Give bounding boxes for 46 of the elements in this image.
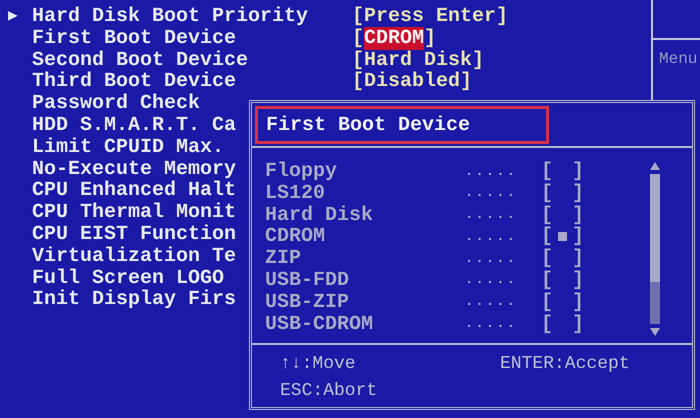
option-name[interactable]: USB-CDROM (265, 312, 465, 336)
help-pane-title: Menu (659, 50, 698, 68)
option-checkbox[interactable]: [ ] (541, 204, 648, 227)
dialog-title: First Boot Device (255, 106, 549, 144)
setting-name[interactable]: Hard Disk Boot Priority (32, 6, 352, 28)
option-name[interactable]: Floppy (265, 160, 465, 183)
leader-dots: ..... (465, 207, 518, 224)
option-checkbox[interactable]: [ ] (541, 312, 648, 336)
leader-dots: ..... (465, 185, 518, 202)
option-name[interactable]: Hard Disk (265, 204, 465, 227)
setting-name[interactable]: Third Boot Device (32, 71, 352, 94)
option-name[interactable]: USB-ZIP (265, 290, 465, 314)
leader-dots: ..... (465, 316, 518, 332)
option-name[interactable]: USB-FDD (265, 268, 465, 292)
value-bracket: [ (352, 26, 364, 50)
option-checkbox[interactable]: [ ] (541, 290, 648, 314)
option-checkbox[interactable]: [ ] (541, 225, 648, 248)
value-bracket: ] (424, 26, 436, 50)
option-name[interactable]: ZIP (265, 247, 465, 270)
value-bracket: ] (460, 70, 472, 94)
submenu-marker: ▶ (8, 6, 19, 27)
setting-value[interactable]: CDROM (364, 26, 424, 50)
option-checkbox[interactable]: [ ] (541, 182, 648, 205)
leader-dots: ..... (465, 272, 518, 288)
option-checkbox[interactable]: [ ] (541, 247, 648, 270)
option-name[interactable]: LS120 (265, 182, 465, 205)
leader-dots: ..... (465, 250, 518, 267)
key-hint: ↑↓:Move (280, 353, 357, 376)
setting-name[interactable]: First Boot Device (32, 28, 352, 50)
key-hint: ENTER:Accept (500, 353, 631, 376)
value-bracket: ] (472, 48, 484, 72)
option-name[interactable]: CDROM (265, 225, 465, 248)
leader-dots: ..... (465, 294, 518, 310)
leader-dots: ..... (465, 164, 518, 180)
option-checkbox[interactable]: [ ] (541, 268, 648, 292)
setting-value[interactable]: Hard Disk (364, 48, 472, 72)
key-hint: ESC:Abort (280, 380, 378, 403)
setting-value[interactable]: Press Enter (364, 5, 496, 28)
value-bracket: [ (352, 48, 364, 72)
leader-dots: ..... (465, 228, 518, 245)
setting-value[interactable]: Disabled (364, 70, 460, 94)
setting-name[interactable]: Second Boot Device (32, 50, 352, 72)
value-bracket: [ (352, 5, 364, 28)
value-bracket: ] (496, 5, 508, 28)
option-checkbox[interactable]: [ ] (541, 160, 648, 183)
value-bracket: [ (352, 70, 364, 94)
